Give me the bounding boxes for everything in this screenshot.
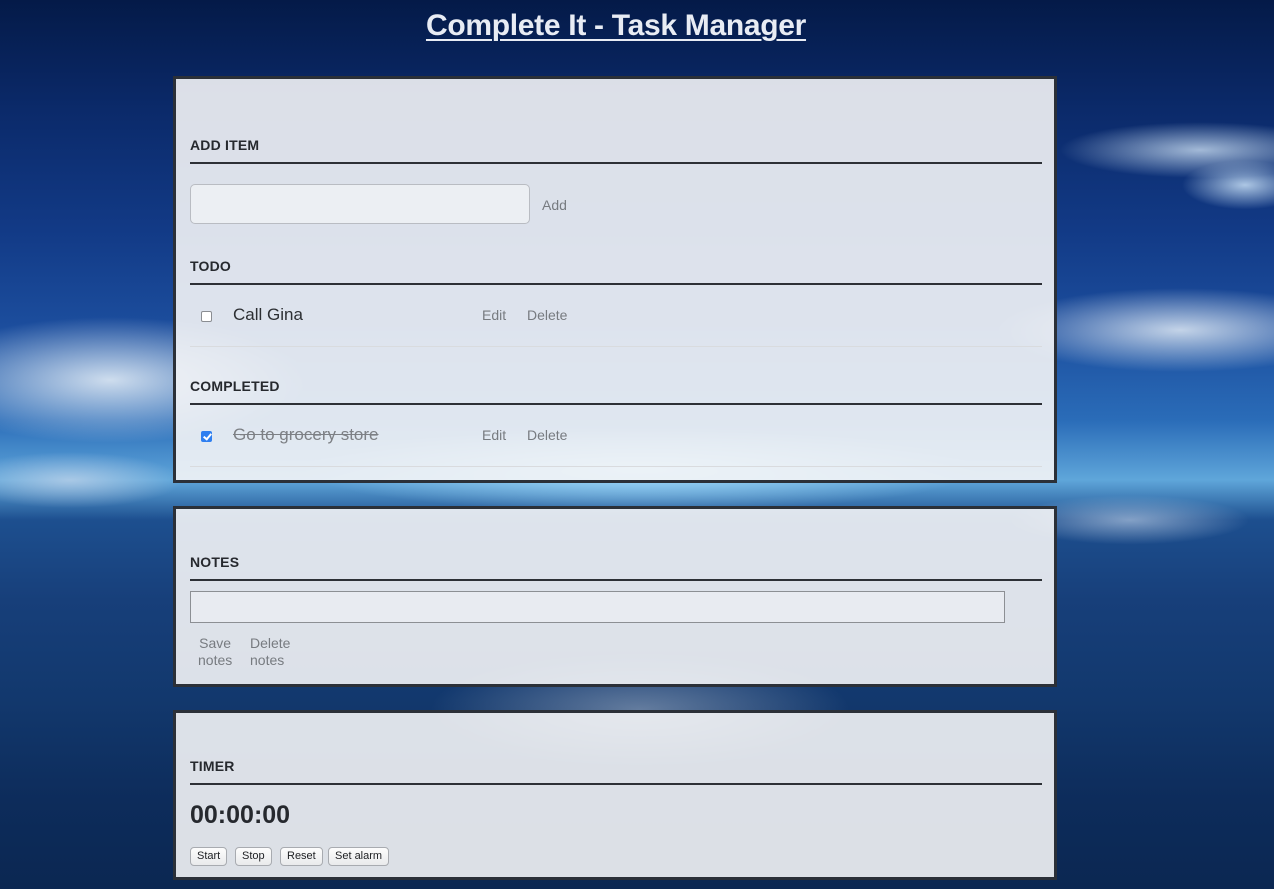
todo-heading: TODO (190, 258, 1042, 285)
completed-item-checkbox[interactable] (201, 431, 212, 442)
timer-panel: TIMER 00:00:00 Start Stop Reset Set alar… (173, 710, 1057, 880)
notes-panel: NOTES Save notes Delete notes (173, 506, 1057, 687)
delete-notes-button[interactable]: Delete notes (250, 635, 290, 669)
completed-heading: COMPLETED (190, 378, 1042, 405)
timer-set-alarm-button[interactable]: Set alarm (328, 847, 390, 866)
add-item-input[interactable] (190, 184, 530, 224)
notes-input[interactable] (190, 591, 1005, 623)
delete-notes-label-line2: notes (250, 652, 285, 668)
todo-item-edit-button[interactable]: Edit (482, 307, 506, 323)
save-notes-label-line2: notes (198, 652, 233, 668)
add-item-heading: ADD ITEM (190, 137, 1042, 164)
timer-heading: TIMER (190, 758, 1042, 785)
save-notes-button[interactable]: Save notes (198, 635, 232, 669)
todo-item-delete-button[interactable]: Delete (527, 307, 567, 323)
completed-item-edit-button[interactable]: Edit (482, 427, 506, 443)
add-button[interactable]: Add (542, 197, 567, 213)
todo-item-checkbox[interactable] (201, 311, 212, 322)
timer-start-button[interactable]: Start (190, 847, 228, 866)
timer-reset-button[interactable]: Reset (280, 847, 323, 866)
completed-item-text: Go to grocery store (233, 425, 379, 444)
timer-display: 00:00:00 (190, 801, 291, 829)
tasks-panel: ADD ITEM Add TODO Call Gina Edit Delete … (173, 76, 1057, 483)
todo-item: Call Gina Edit Delete (190, 285, 1042, 347)
notes-heading: NOTES (190, 554, 1042, 581)
completed-item-delete-button[interactable]: Delete (527, 427, 567, 443)
delete-notes-label-line1: Delete (250, 635, 291, 651)
todo-item-text: Call Gina (233, 305, 303, 324)
page-title: Complete It - Task Manager (425, 9, 807, 42)
save-notes-label-line1: Save (199, 635, 232, 651)
completed-item: Go to grocery store Edit Delete (190, 405, 1042, 467)
timer-stop-button[interactable]: Stop (235, 847, 272, 866)
